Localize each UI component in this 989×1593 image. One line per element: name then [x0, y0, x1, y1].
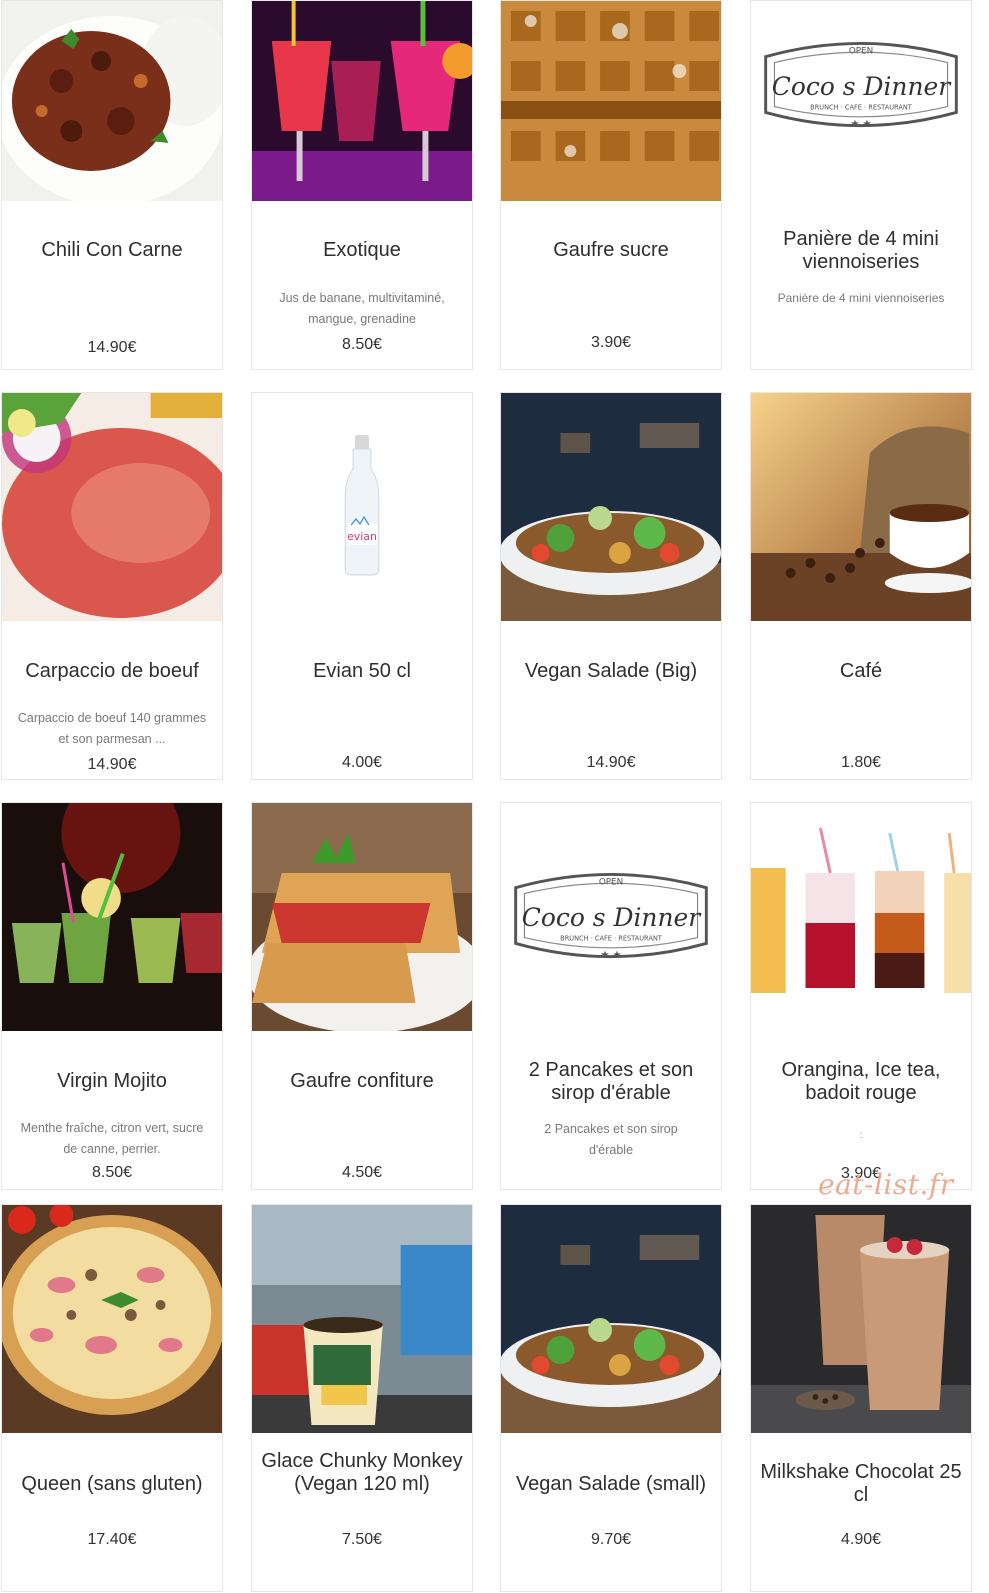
- svg-text:evian: evian: [347, 530, 377, 543]
- salad-photo: [501, 393, 721, 621]
- item-name: Café: [839, 660, 883, 682]
- item-price: 14.90€: [586, 754, 636, 771]
- item-name: Glace Chunky Monkey (Vegan 120 ml): [261, 1450, 463, 1495]
- menu-grid: Chili Con Carne 14.90€ Exotique Jus de b…: [0, 0, 989, 1593]
- svg-text:★ ★: ★ ★: [850, 119, 871, 130]
- item-name: Queen (sans gluten): [21, 1473, 203, 1495]
- item-price: 3.90€: [590, 334, 632, 351]
- menu-item-card[interactable]: Chili Con Carne 14.90€: [1, 0, 223, 370]
- item-name: Chili Con Carne: [41, 239, 183, 261]
- waffle-photo: [501, 1, 721, 201]
- chili-con-carne-photo: [2, 1, 222, 201]
- item-price: 9.70€: [590, 1531, 632, 1548]
- menu-item-card[interactable]: Vegan Salade (small) 9.70€: [500, 1204, 722, 1592]
- item-name: Gaufre sucre: [553, 239, 669, 261]
- item-name: Virgin Mojito: [57, 1070, 167, 1092]
- item-description: 2 Pancakes et son sirop d'érable: [544, 1122, 678, 1157]
- jam-waffle-photo: [252, 803, 472, 1031]
- menu-item-card[interactable]: OPEN Coco s Dinner BRUNCH · CAFE · RESTA…: [750, 0, 972, 370]
- pizza-photo: [2, 1205, 222, 1433]
- menu-item-card[interactable]: Gaufre confiture 4.50€: [251, 802, 473, 1190]
- item-name: Panière de 4 mini viennoiseries: [783, 228, 939, 273]
- item-name: Carpaccio de boeuf: [25, 660, 199, 682]
- item-name: Gaufre confiture: [290, 1070, 434, 1092]
- menu-item-card[interactable]: OPEN Coco s Dinner BRUNCH · CAFE · RESTA…: [500, 802, 722, 1190]
- item-name: Milkshake Chocolat 25 cl: [760, 1461, 962, 1506]
- logo-brand-text: Coco s Dinner: [522, 903, 702, 932]
- item-name: Exotique: [323, 239, 401, 261]
- logo-brand-text: Coco s Dinner: [772, 72, 952, 101]
- item-description: Jus de banane, multivitaminé, mangue, gr…: [279, 291, 445, 326]
- menu-item-card[interactable]: Virgin Mojito Menthe fraîche, citron ver…: [1, 802, 223, 1190]
- milkshake-photo: [751, 1205, 971, 1433]
- item-description: Panière de 4 mini viennoiseries: [777, 291, 945, 305]
- menu-item-card[interactable]: Café 1.80€: [750, 392, 972, 780]
- mojito-photo: [2, 803, 222, 1031]
- item-price: 8.50€: [91, 1164, 133, 1181]
- menu-item-card[interactable]: Queen (sans gluten) 17.40€: [1, 1204, 223, 1592]
- svg-text:★ ★: ★ ★: [600, 950, 621, 961]
- item-price: 8.50€: [341, 336, 383, 353]
- item-description: :: [859, 1130, 863, 1141]
- logo-sub-text: BRUNCH · CAFE · RESTAURANT: [560, 934, 663, 942]
- logo-open-text: OPEN: [849, 47, 873, 57]
- cocos-dinner-logo: OPEN Coco s Dinner BRUNCH · CAFE · RESTA…: [501, 803, 721, 1031]
- item-price: 4.50€: [341, 1164, 383, 1181]
- item-price: 17.40€: [87, 1531, 137, 1548]
- evian-bottle-photo: evian: [252, 393, 472, 621]
- item-description: Carpaccio de boeuf 140 grammes et son pa…: [17, 711, 207, 746]
- menu-item-card[interactable]: Vegan Salade (Big) 14.90€: [500, 392, 722, 780]
- item-price: 14.90€: [87, 756, 137, 773]
- cocktail-photo: [252, 1, 472, 201]
- item-name: Vegan Salade (small): [515, 1473, 707, 1495]
- cocos-dinner-logo: OPEN Coco s Dinner BRUNCH · CAFE · RESTA…: [751, 1, 971, 171]
- menu-item-card[interactable]: Exotique Jus de banane, multivitaminé, m…: [251, 0, 473, 370]
- salad-photo: [501, 1205, 721, 1433]
- watermark-text: eat-list.fr: [818, 1168, 954, 1201]
- menu-item-card[interactable]: Orangina, Ice tea, badoit rouge : 3.90€: [750, 802, 972, 1190]
- menu-item-card[interactable]: Carpaccio de boeuf Carpaccio de boeuf 14…: [1, 392, 223, 780]
- logo-sub-text: BRUNCH · CAFE · RESTAURANT: [810, 103, 913, 111]
- item-name: Evian 50 cl: [313, 660, 411, 682]
- logo-open-text: OPEN: [599, 878, 623, 888]
- menu-item-card[interactable]: Gaufre sucre 3.90€: [500, 0, 722, 370]
- item-price: 4.90€: [840, 1531, 882, 1548]
- soft-drinks-photo: [751, 803, 971, 1031]
- coffee-photo: [751, 393, 971, 621]
- carpaccio-photo: [2, 393, 222, 621]
- item-price: 7.50€: [341, 1531, 383, 1548]
- item-name: Orangina, Ice tea, badoit rouge: [781, 1059, 941, 1104]
- ice-cream-tub-photo: [252, 1205, 472, 1433]
- menu-item-card[interactable]: evian Evian 50 cl 4.00€: [251, 392, 473, 780]
- item-description: Menthe fraîche, citron vert, sucre de ca…: [20, 1121, 204, 1156]
- item-name: 2 Pancakes et son sirop d'érable: [528, 1059, 694, 1104]
- item-price: 4.00€: [341, 754, 383, 771]
- item-price: 1.80€: [840, 754, 882, 771]
- item-price: 14.90€: [87, 339, 137, 356]
- menu-item-card[interactable]: Milkshake Chocolat 25 cl 4.90€: [750, 1204, 972, 1592]
- item-name: Vegan Salade (Big): [524, 660, 698, 682]
- menu-item-card[interactable]: Glace Chunky Monkey (Vegan 120 ml) 7.50€: [251, 1204, 473, 1592]
